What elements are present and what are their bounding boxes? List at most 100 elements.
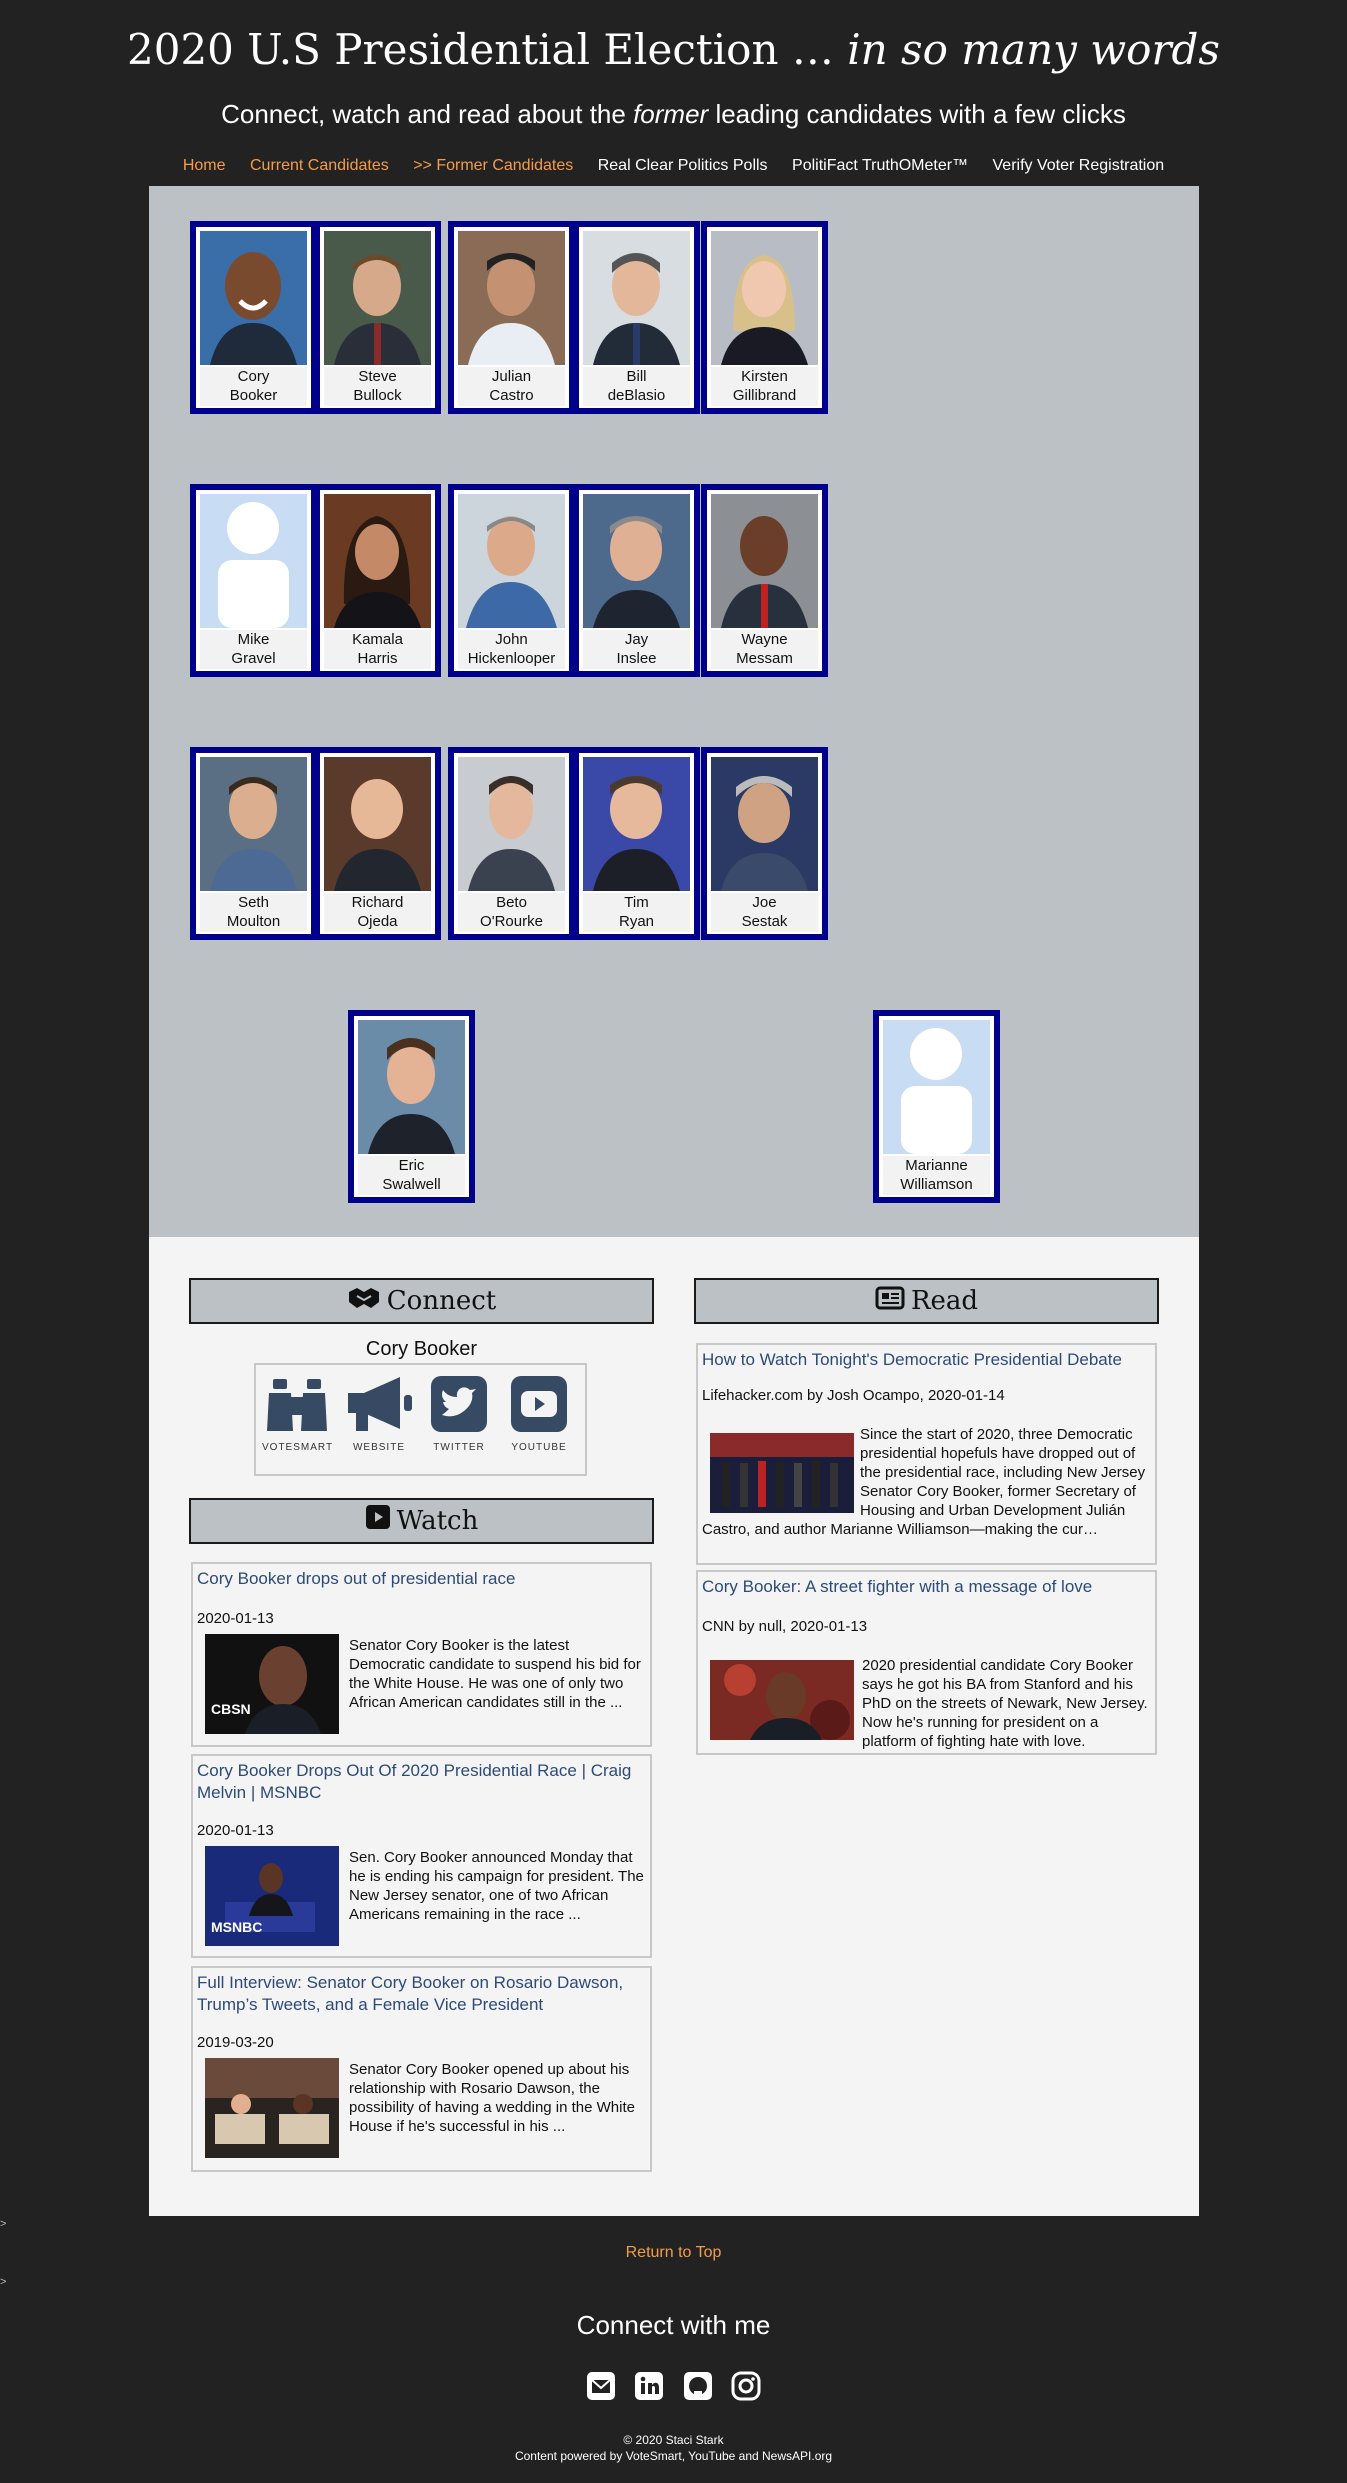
video-thumbnail[interactable]: CBSN: [205, 1634, 339, 1734]
nav-current-candidates[interactable]: Current Candidates: [250, 154, 389, 178]
connect-heading: Connect: [189, 1278, 654, 1324]
candidate-card-ryan[interactable]: Tim Ryan: [573, 747, 700, 940]
envelope-icon[interactable]: [585, 2370, 617, 2407]
video-title-link[interactable]: Cory Booker drops out of presidential ra…: [197, 1568, 646, 1590]
svg-text:CBSN: CBSN: [211, 1701, 251, 1717]
site-title: 2020 U.S Presidential Election … in so m…: [0, 20, 1347, 80]
svg-text:MSNBC: MSNBC: [211, 1919, 262, 1935]
twitter-icon: [430, 1376, 488, 1437]
candidate-photo: [583, 757, 690, 891]
candidate-photo: [324, 757, 431, 891]
read-heading: Read: [694, 1278, 1159, 1324]
candidate-name: Mike Gravel: [200, 630, 307, 669]
candidate-card-orourke[interactable]: Beto O'Rourke: [448, 747, 575, 940]
subtitle-post: leading candidates with a few clicks: [715, 99, 1126, 129]
linkedin-icon[interactable]: [633, 2370, 665, 2407]
candidate-name: Jay Inslee: [583, 630, 690, 669]
video-date: 2019-03-20: [197, 2034, 274, 2051]
candidate-name: Marianne Williamson: [883, 1156, 990, 1195]
candidate-name: Seth Moulton: [200, 893, 307, 932]
candidate-card-booker[interactable]: Cory Booker: [190, 221, 317, 414]
article-thumbnail[interactable]: [710, 1660, 854, 1740]
nav-former-candidates[interactable]: >> Former Candidates: [413, 154, 573, 178]
candidate-photo: [200, 231, 307, 365]
candidate-name: Kirsten Gillibrand: [711, 367, 818, 406]
video-item: Cory Booker drops out of presidential ra…: [191, 1562, 652, 1747]
candidate-name: Eric Swalwell: [358, 1156, 465, 1195]
placeholder-avatar-icon: [883, 1020, 990, 1154]
stray-marker: >: [0, 2276, 7, 2288]
article-title-link[interactable]: Cory Booker: A street fighter with a mes…: [702, 1576, 1151, 1598]
candidate-card-deblasio[interactable]: Bill deBlasio: [573, 221, 700, 414]
video-title-link[interactable]: Full Interview: Senator Cory Booker on R…: [197, 1972, 646, 2016]
candidate-card-ojeda[interactable]: Richard Ojeda: [314, 747, 441, 940]
video-description: Senator Cory Booker opened up about his …: [349, 2061, 635, 2135]
candidate-photo: [583, 494, 690, 628]
youtube-link[interactable]: YOUTUBE: [504, 1375, 574, 1453]
github-icon[interactable]: [682, 2370, 714, 2407]
site-subtitle: Connect, watch and read about the former…: [0, 96, 1347, 132]
candidate-card-gravel[interactable]: Mike Gravel: [190, 484, 317, 677]
votesmart-link[interactable]: VOTESMART: [262, 1375, 332, 1453]
youtube-square-icon: [365, 1501, 391, 1543]
video-description: Senator Cory Booker is the latest Democr…: [349, 1637, 641, 1711]
main-nav: Home Current Candidates >> Former Candid…: [0, 154, 1347, 178]
binoculars-icon: [265, 1379, 329, 1437]
candidate-card-inslee[interactable]: Jay Inslee: [573, 484, 700, 677]
nav-voter-registration[interactable]: Verify Voter Registration: [993, 154, 1165, 178]
candidate-gallery: Cory Booker Steve Bullock Julian Castro Bil…: [149, 186, 1199, 1237]
nav-politifact[interactable]: PolitiFact TruthOMeter™: [792, 154, 968, 178]
site-title-emphasis: in so many words: [847, 25, 1220, 74]
candidate-name: Wayne Messam: [711, 630, 818, 669]
video-item: Full Interview: Senator Cory Booker on R…: [191, 1966, 652, 2172]
candidate-photo: [458, 231, 565, 365]
candidate-photo: [458, 494, 565, 628]
candidate-card-messam[interactable]: Wayne Messam: [701, 484, 828, 677]
candidate-name: Steve Bullock: [324, 367, 431, 406]
twitter-link[interactable]: TWITTER: [424, 1375, 494, 1453]
website-link[interactable]: WEBSITE: [344, 1375, 414, 1453]
article-title-link[interactable]: How to Watch Tonight's Democratic Presid…: [702, 1349, 1151, 1371]
instagram-icon[interactable]: [730, 2370, 762, 2407]
candidate-card-harris[interactable]: Kamala Harris: [314, 484, 441, 677]
social-links: [0, 2370, 1347, 2407]
nav-home[interactable]: Home: [183, 154, 226, 178]
candidate-name: Richard Ojeda: [324, 893, 431, 932]
candidate-card-castro[interactable]: Julian Castro: [448, 221, 575, 414]
candidate-card-williamson[interactable]: Marianne Williamson: [873, 1010, 1000, 1203]
candidate-photo: [200, 757, 307, 891]
megaphone-icon: [344, 1377, 416, 1437]
video-thumbnail[interactable]: MSNBC: [205, 1846, 339, 1946]
connect-with-me-heading: Connect with me: [576, 2310, 771, 2340]
candidate-name: Julian Castro: [458, 367, 565, 406]
candidate-name: Joe Sestak: [711, 893, 818, 932]
candidate-photo: [324, 231, 431, 365]
candidate-photo: [358, 1020, 465, 1154]
video-item: Cory Booker Drops Out Of 2020 Presidenti…: [191, 1754, 652, 1958]
candidate-card-moulton[interactable]: Seth Moulton: [190, 747, 317, 940]
video-description: Sen. Cory Booker announced Monday that h…: [349, 1849, 644, 1923]
candidate-card-swalwell[interactable]: Eric Swalwell: [348, 1010, 475, 1203]
article-description: Since the start of 2020, three Democrati…: [702, 1426, 1146, 1538]
candidate-photo: [324, 494, 431, 628]
candidate-name: Kamala Harris: [324, 630, 431, 669]
video-thumbnail[interactable]: [205, 2058, 339, 2158]
handshake-icon: [347, 1281, 381, 1323]
candidate-photo: [711, 231, 818, 365]
candidate-card-bullock[interactable]: Steve Bullock: [314, 221, 441, 414]
candidate-card-gillibrand[interactable]: Kirsten Gillibrand: [701, 221, 828, 414]
candidate-name: Beto O'Rourke: [458, 893, 565, 932]
candidate-card-sestak[interactable]: Joe Sestak: [701, 747, 828, 940]
article-item: Cory Booker: A street fighter with a mes…: [696, 1570, 1157, 1755]
candidate-card-hickenlooper[interactable]: John Hickenlooper: [448, 484, 575, 677]
candidate-name: Bill deBlasio: [583, 367, 690, 406]
nav-rcp-polls[interactable]: Real Clear Politics Polls: [598, 154, 768, 178]
return-to-top-link[interactable]: Return to Top: [0, 2244, 1347, 2262]
watch-heading: Watch: [189, 1498, 654, 1544]
candidate-photo: [711, 494, 818, 628]
article-source: CNN by null, 2020-01-13: [702, 1618, 868, 1635]
video-date: 2020-01-13: [197, 1610, 274, 1627]
video-title-link[interactable]: Cory Booker Drops Out Of 2020 Presidenti…: [197, 1760, 646, 1804]
candidate-name: Tim Ryan: [583, 893, 690, 932]
newspaper-icon: [875, 1281, 905, 1323]
